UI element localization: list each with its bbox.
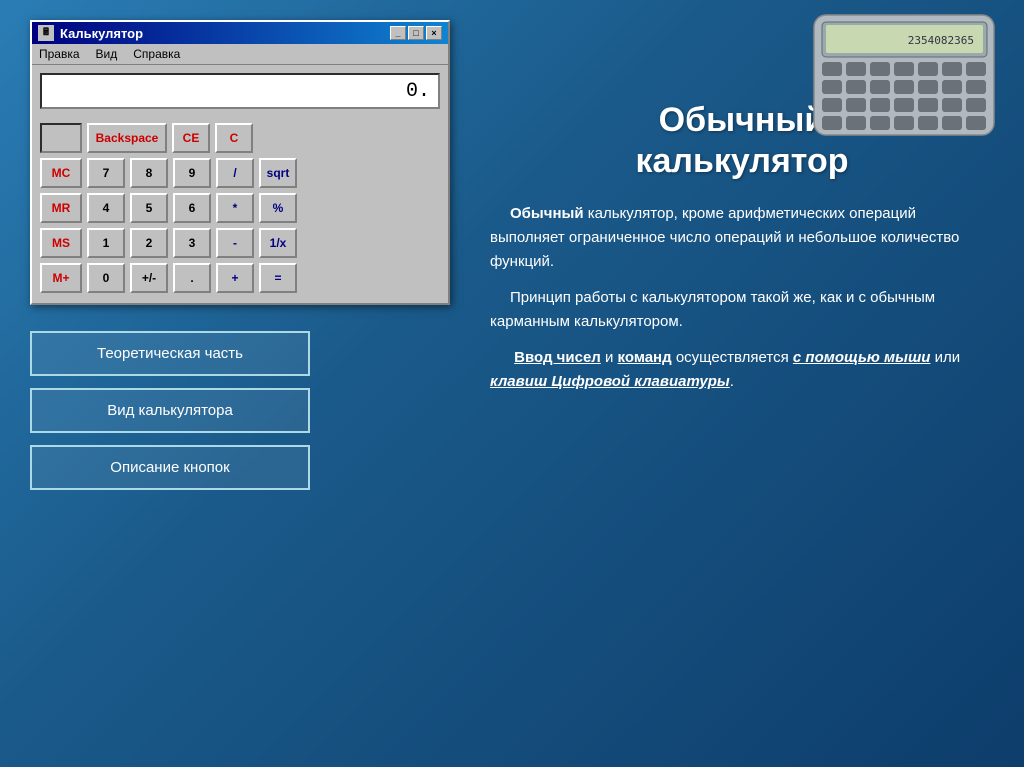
- titlebar-buttons: _ □ ×: [390, 26, 442, 40]
- para3-link1[interactable]: Ввод чисел: [514, 349, 601, 366]
- close-button[interactable]: ×: [426, 26, 442, 40]
- nav-calc-view[interactable]: Вид калькулятора: [30, 388, 310, 433]
- calculator-window: 🖩 Калькулятор _ □ × Правка Вид Справка 0…: [30, 20, 450, 305]
- button-row-2: MC 7 8 9 / sqrt: [40, 158, 440, 188]
- para1-bold: Обычный: [510, 205, 584, 222]
- btn-2[interactable]: 2: [130, 228, 168, 258]
- window-title: Калькулятор: [60, 26, 143, 41]
- left-panel: 🖩 Калькулятор _ □ × Правка Вид Справка 0…: [0, 0, 480, 767]
- btn-dot[interactable]: .: [173, 263, 211, 293]
- para2: Принцип работы с калькулятором такой же,…: [490, 286, 994, 334]
- btn-1[interactable]: 1: [87, 228, 125, 258]
- para3-mid1: и: [601, 349, 618, 366]
- backspace-button[interactable]: Backspace: [87, 123, 167, 153]
- physical-calculator-svg: 2354082365: [804, 10, 1004, 140]
- para3-mid2: осуществляется: [672, 349, 793, 366]
- empty-box: [40, 123, 82, 153]
- c-button[interactable]: C: [215, 123, 253, 153]
- btn-8[interactable]: 8: [130, 158, 168, 188]
- btn-mul[interactable]: *: [216, 193, 254, 223]
- button-row-3: MR 4 5 6 * %: [40, 193, 440, 223]
- btn-sub[interactable]: -: [216, 228, 254, 258]
- btn-3[interactable]: 3: [173, 228, 211, 258]
- description-area: Обычный калькулятор, кроме арифметически…: [490, 202, 994, 406]
- menu-vid[interactable]: Вид: [93, 46, 121, 62]
- para1: Обычный калькулятор, кроме арифметически…: [490, 202, 994, 274]
- para3-link2[interactable]: команд: [618, 349, 672, 366]
- btn-add[interactable]: +: [216, 263, 254, 293]
- para3-link4[interactable]: клавиш Цифровой клавиатуры: [490, 373, 730, 390]
- navigation-buttons: Теоретическая часть Вид калькулятора Опи…: [30, 331, 460, 490]
- ce-button[interactable]: CE: [172, 123, 210, 153]
- btn-7[interactable]: 7: [87, 158, 125, 188]
- btn-5[interactable]: 5: [130, 193, 168, 223]
- nav-theoretical-part[interactable]: Теоретическая часть: [30, 331, 310, 376]
- para3: Ввод чисел и команд осуществляется с пом…: [490, 346, 994, 394]
- titlebar-left: 🖩 Калькулятор: [38, 25, 143, 41]
- calculator-display: 0.: [40, 73, 440, 109]
- display-value: 0.: [406, 80, 430, 103]
- title-line1: Обычный: [659, 101, 826, 139]
- right-panel: 2354082365: [480, 0, 1024, 767]
- calc-buttons-area: Backspace CE C MC 7 8 9 / sqrt MR 4 5 6 …: [32, 117, 448, 303]
- title-line2: калькулятор: [635, 142, 848, 180]
- nav-button-desc[interactable]: Описание кнопок: [30, 445, 310, 490]
- button-row-1: Backspace CE C: [40, 123, 440, 153]
- btn-eq[interactable]: =: [259, 263, 297, 293]
- mc-button[interactable]: MC: [40, 158, 82, 188]
- btn-6[interactable]: 6: [173, 193, 211, 223]
- btn-4[interactable]: 4: [87, 193, 125, 223]
- btn-9[interactable]: 9: [173, 158, 211, 188]
- button-row-4: MS 1 2 3 - 1/x: [40, 228, 440, 258]
- btn-sqrt[interactable]: sqrt: [259, 158, 297, 188]
- btn-inv[interactable]: 1/x: [259, 228, 297, 258]
- mplus-button[interactable]: M+: [40, 263, 82, 293]
- para3-end: .: [730, 373, 734, 390]
- btn-0[interactable]: 0: [87, 263, 125, 293]
- svg-text:2354082365: 2354082365: [908, 34, 974, 47]
- btn-pm[interactable]: +/-: [130, 263, 168, 293]
- para2-text: Принцип работы с калькулятором такой же,…: [490, 289, 935, 330]
- btn-div[interactable]: /: [216, 158, 254, 188]
- calculator-image: 2354082365: [804, 10, 1004, 140]
- ms-button[interactable]: MS: [40, 228, 82, 258]
- para3-link3[interactable]: с помощью мыши: [793, 349, 931, 366]
- maximize-button[interactable]: □: [408, 26, 424, 40]
- button-row-5: M+ 0 +/- . + =: [40, 263, 440, 293]
- para3-mid3: или: [930, 349, 960, 366]
- minimize-button[interactable]: _: [390, 26, 406, 40]
- window-icon: 🖩: [38, 25, 54, 41]
- menu-spravka[interactable]: Справка: [130, 46, 183, 62]
- menu-bar: Правка Вид Справка: [32, 44, 448, 65]
- titlebar: 🖩 Калькулятор _ □ ×: [32, 22, 448, 44]
- menu-pravka[interactable]: Правка: [36, 46, 83, 62]
- mr-button[interactable]: MR: [40, 193, 82, 223]
- btn-pct[interactable]: %: [259, 193, 297, 223]
